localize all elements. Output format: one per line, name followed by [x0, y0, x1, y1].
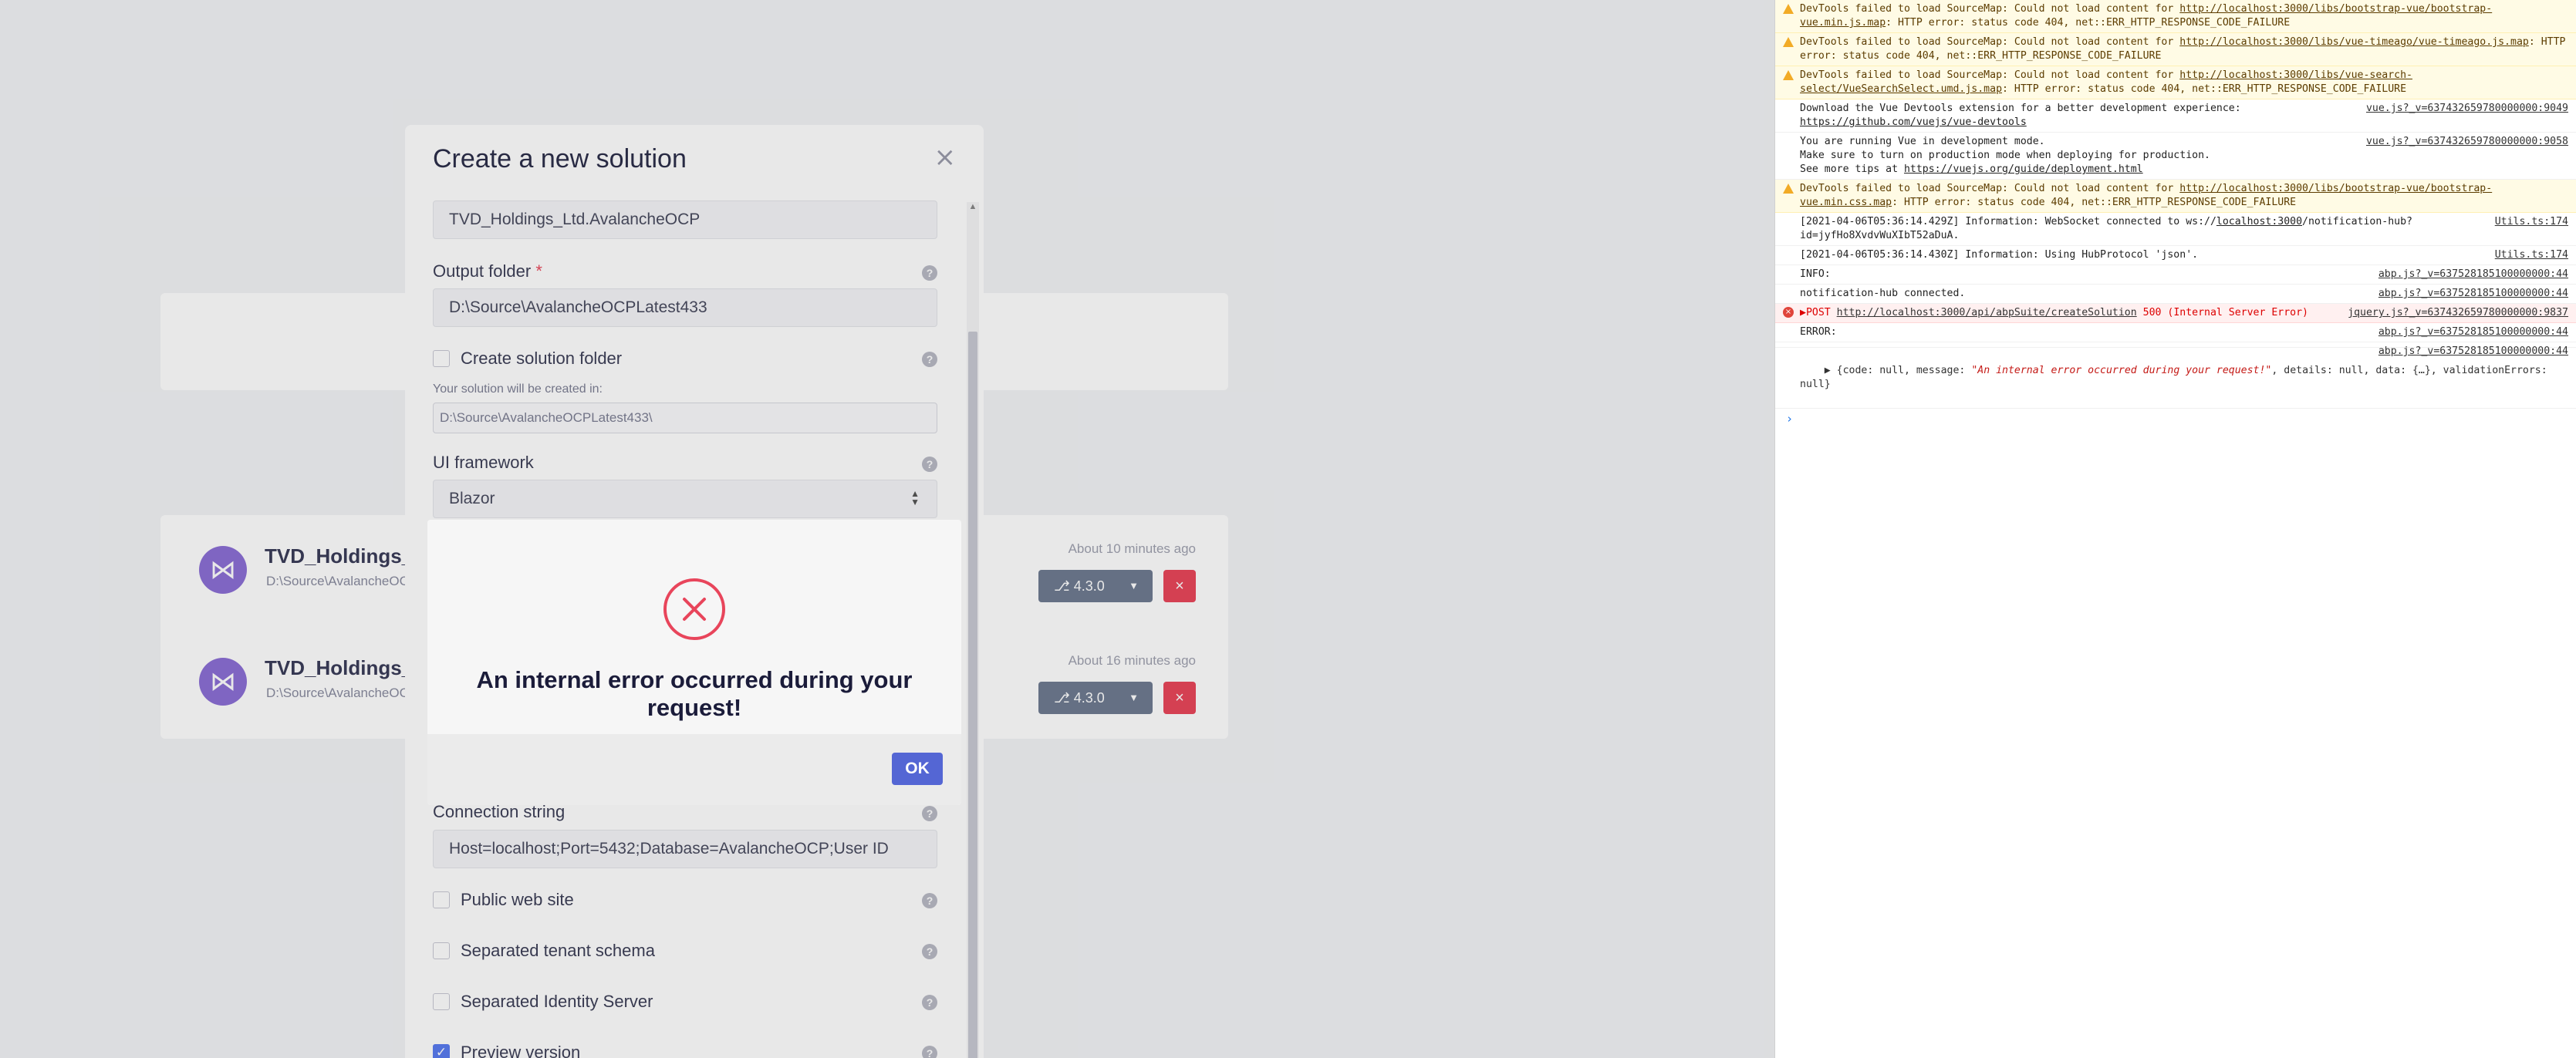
- message-link[interactable]: http://localhost:3000/libs/vue-timeago/v…: [2179, 36, 2529, 48]
- message-tail: 500 (Internal Server Error): [2136, 307, 2308, 318]
- app-viewport: ⋈ TVD_Holdings_L D:\Source\AvalancheOC A…: [0, 0, 1774, 1058]
- message-tail: : HTTP error: status code 404, net::ERR_…: [1892, 197, 2297, 208]
- dialog-footer: [427, 734, 961, 805]
- console-prompt[interactable]: ›: [1775, 409, 2576, 429]
- object-message: "An internal error occurred during your …: [1971, 365, 2272, 376]
- message-text: DevTools failed to load SourceMap: Could…: [1800, 36, 2180, 48]
- console-message[interactable]: abp.js?_v=637528185100000000:44 ERROR:: [1775, 323, 2576, 342]
- warning-icon: [1783, 36, 1794, 47]
- console-message[interactable]: abp.js?_v=637528185100000000:44: [1775, 342, 2576, 357]
- console-object-row[interactable]: ▶ {code: null, message: "An internal err…: [1775, 348, 2576, 409]
- message-text: DevTools failed to load SourceMap: Could…: [1800, 3, 2180, 15]
- source-link[interactable]: vue.js?_v=637432659780000000:9058: [2366, 135, 2568, 149]
- console-message[interactable]: abp.js?_v=637528185100000000:44 INFO:: [1775, 265, 2576, 285]
- warning-icon: [1783, 3, 1794, 14]
- error-message: An internal error occurred during your r…: [476, 666, 913, 721]
- ok-button[interactable]: OK: [892, 753, 943, 785]
- message-link[interactable]: https://github.com/vuejs/vue-devtools: [1800, 116, 2027, 128]
- console-messages: DevTools failed to load SourceMap: Could…: [1775, 0, 2576, 357]
- console-message[interactable]: Utils.ts:174 [2021-04-06T05:36:14.430Z] I…: [1775, 246, 2576, 265]
- message-text: DevTools failed to load SourceMap: Could…: [1800, 183, 2180, 194]
- warning-icon: [1783, 69, 1794, 80]
- source-link[interactable]: abp.js?_v=637528185100000000:44: [2378, 287, 2568, 301]
- source-link[interactable]: Utils.ts:174: [2495, 215, 2568, 229]
- message-text: [2021-04-06T05:36:14.429Z] Information: …: [1800, 216, 2216, 227]
- error-icon: [663, 578, 725, 640]
- error-icon: ×: [1783, 307, 1794, 318]
- console-message[interactable]: vue.js?_v=637432659780000000:9058 You are…: [1775, 133, 2576, 180]
- console-message[interactable]: DevTools failed to load SourceMap: Could…: [1775, 33, 2576, 66]
- source-link[interactable]: vue.js?_v=637432659780000000:9049: [2366, 102, 2568, 116]
- message-text: Download the Vue Devtools extension for …: [1800, 103, 2241, 114]
- message-text: ERROR:: [1800, 326, 1837, 338]
- message-link[interactable]: http://localhost:3000/api/abpSuite/creat…: [1837, 307, 2137, 318]
- console-message[interactable]: DevTools failed to load SourceMap: Could…: [1775, 180, 2576, 213]
- console-message[interactable]: abp.js?_v=637528185100000000:44 notificat…: [1775, 285, 2576, 304]
- message-text: [2021-04-06T05:36:14.430Z] Information: …: [1800, 249, 2199, 261]
- source-link[interactable]: Utils.ts:174: [2495, 248, 2568, 262]
- message-link[interactable]: https://vuejs.org/guide/deployment.html: [1904, 163, 2143, 175]
- console-message[interactable]: Utils.ts:174 [2021-04-06T05:36:14.429Z] I…: [1775, 213, 2576, 246]
- message-text: DevTools failed to load SourceMap: Could…: [1800, 69, 2180, 81]
- message-text: INFO:: [1800, 268, 1831, 280]
- object-prefix: ▶ {code: null, message:: [1824, 365, 1972, 376]
- source-link[interactable]: abp.js?_v=637528185100000000:44: [2378, 325, 2568, 339]
- source-link[interactable]: abp.js?_v=637528185100000000:44: [2378, 268, 2568, 281]
- console-message[interactable]: DevTools failed to load SourceMap: Could…: [1775, 66, 2576, 99]
- console-message[interactable]: × jquery.js?_v=637432659780000000:9837 ▶PO…: [1775, 304, 2576, 323]
- source-link[interactable]: jquery.js?_v=637432659780000000:9837: [2348, 306, 2568, 320]
- message-link[interactable]: localhost:3000: [2216, 216, 2302, 227]
- warning-icon: [1783, 183, 1794, 194]
- message-text: notification-hub connected.: [1800, 288, 1966, 299]
- devtools-console: DevTools failed to load SourceMap: Could…: [1774, 0, 2576, 1058]
- console-message[interactable]: vue.js?_v=637432659780000000:9049 Downloa…: [1775, 99, 2576, 133]
- console-message[interactable]: DevTools failed to load SourceMap: Could…: [1775, 0, 2576, 33]
- message-tail: : HTTP error: status code 404, net::ERR_…: [1886, 17, 2291, 29]
- error-dialog: An internal error occurred during your r…: [427, 520, 961, 805]
- message-text: ▶POST: [1800, 307, 1837, 318]
- message-tail: : HTTP error: status code 404, net::ERR_…: [2002, 83, 2407, 95]
